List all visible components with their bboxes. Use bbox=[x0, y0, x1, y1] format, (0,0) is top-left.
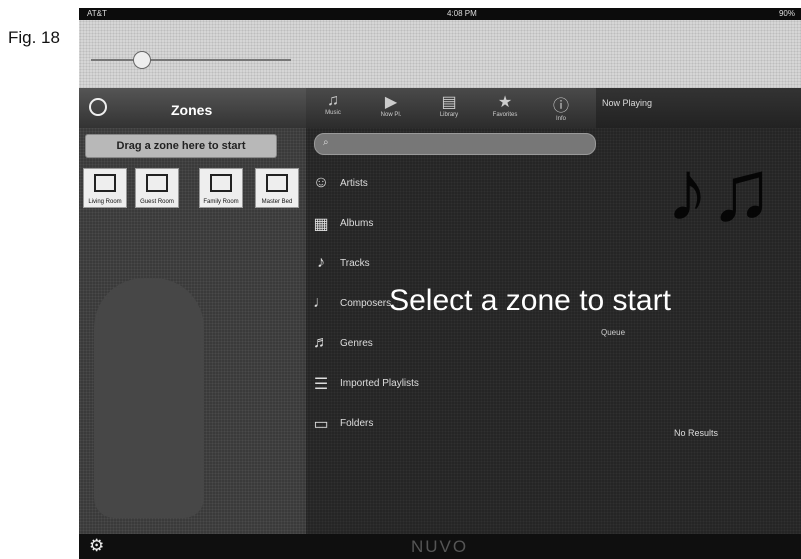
zone-tile[interactable]: Living Room bbox=[83, 168, 127, 208]
tab-label: Library bbox=[439, 112, 459, 118]
list-item-label: Folders bbox=[340, 418, 374, 429]
library-icon: ▤ bbox=[441, 94, 457, 111]
zones-header: Zones bbox=[79, 88, 306, 128]
playlist-icon: ☰ bbox=[313, 376, 329, 393]
zone-label: Living Room bbox=[88, 199, 122, 205]
zone-label: Family Room bbox=[203, 199, 239, 205]
app-window: Zones Drag a zone here to start Living R… bbox=[79, 88, 801, 559]
genres-icon: ♬ bbox=[313, 334, 329, 351]
bed-icon bbox=[146, 174, 168, 192]
clock: 4:08 PM bbox=[447, 9, 477, 18]
list-item[interactable]: ▦ Albums bbox=[312, 210, 592, 240]
drag-zone-target[interactable]: Drag a zone here to start bbox=[85, 134, 277, 158]
list-item[interactable]: ♬ Genres bbox=[312, 330, 592, 360]
status-bar: AT&T 4:08 PM 90% bbox=[79, 8, 801, 20]
list-item[interactable]: ☺ Artists bbox=[312, 170, 592, 200]
bed-icon bbox=[266, 174, 288, 192]
tab-info[interactable]: ⓘ Info bbox=[538, 92, 584, 126]
window-icon bbox=[210, 174, 232, 192]
now-playing-header: Now Playing bbox=[596, 88, 801, 128]
music-notes-art: ♪♫ bbox=[666, 143, 774, 239]
search-icon: ⌕ bbox=[323, 137, 329, 148]
tab-bar: ♫ Music ▶ Now Pl. ▤ Library ★ Favorites … bbox=[306, 88, 596, 128]
zone-tile[interactable]: Master Bed bbox=[255, 168, 299, 208]
list-item[interactable]: ☰ Imported Playlists bbox=[312, 370, 592, 400]
tracks-icon: ♪ bbox=[317, 254, 325, 271]
brand-logo: NUVO bbox=[411, 537, 469, 556]
queue-label: Queue bbox=[601, 328, 626, 337]
favorites-icon: ★ bbox=[497, 94, 513, 111]
volume-slider[interactable] bbox=[91, 59, 291, 61]
now-playing-title: Now Playing bbox=[602, 98, 653, 108]
settings-icon[interactable]: ⚙ bbox=[89, 536, 104, 556]
zone-tile[interactable]: Family Room bbox=[199, 168, 243, 208]
volume-knob[interactable] bbox=[133, 51, 151, 69]
zone-label: Master Bed bbox=[261, 199, 293, 205]
play-icon: ▶ bbox=[384, 94, 398, 111]
volume-area bbox=[79, 20, 801, 88]
no-results-label: No Results bbox=[674, 428, 719, 438]
tab-label: Favorites bbox=[492, 112, 518, 118]
list-item-label: Tracks bbox=[340, 258, 370, 269]
list-item-label: Genres bbox=[340, 338, 373, 349]
carrier-label: AT&T bbox=[87, 9, 107, 18]
tab-label: Music bbox=[325, 110, 341, 116]
list-item[interactable]: ♪ Tracks bbox=[312, 250, 592, 280]
tab-music[interactable]: ♫ Music bbox=[310, 92, 356, 126]
list-item-label: Artists bbox=[340, 178, 368, 189]
albums-icon: ▦ bbox=[313, 216, 329, 233]
zones-logo-icon bbox=[89, 98, 107, 116]
select-zone-overlay: Select a zone to start bbox=[79, 284, 801, 318]
search-field[interactable]: ⌕ bbox=[314, 133, 596, 155]
tab-now-playing[interactable]: ▶ Now Pl. bbox=[368, 92, 414, 126]
artists-icon: ☺ bbox=[312, 174, 330, 191]
tab-library[interactable]: ▤ Library bbox=[426, 92, 472, 126]
tab-favorites[interactable]: ★ Favorites bbox=[482, 92, 528, 126]
sofa-icon bbox=[94, 174, 116, 192]
info-icon: ⓘ bbox=[552, 98, 569, 115]
list-item-label: Imported Playlists bbox=[340, 378, 419, 389]
bottom-bar: ⚙ NUVO bbox=[79, 534, 801, 559]
overlay-message: Select a zone to start bbox=[389, 284, 671, 317]
folder-icon: ▭ bbox=[313, 416, 329, 433]
tab-label: Now Pl. bbox=[380, 112, 402, 118]
tab-label: Info bbox=[555, 116, 566, 122]
figure-label: Fig. 18 bbox=[8, 28, 60, 47]
battery-indicator: 90% bbox=[778, 9, 795, 18]
list-item-label: Albums bbox=[340, 218, 374, 229]
zones-title: Zones bbox=[171, 102, 213, 118]
zone-label: Guest Room bbox=[140, 199, 174, 205]
zone-tile[interactable]: Guest Room bbox=[135, 168, 179, 208]
music-icon: ♫ bbox=[327, 92, 339, 109]
list-item[interactable]: ▭ Folders bbox=[312, 410, 592, 440]
